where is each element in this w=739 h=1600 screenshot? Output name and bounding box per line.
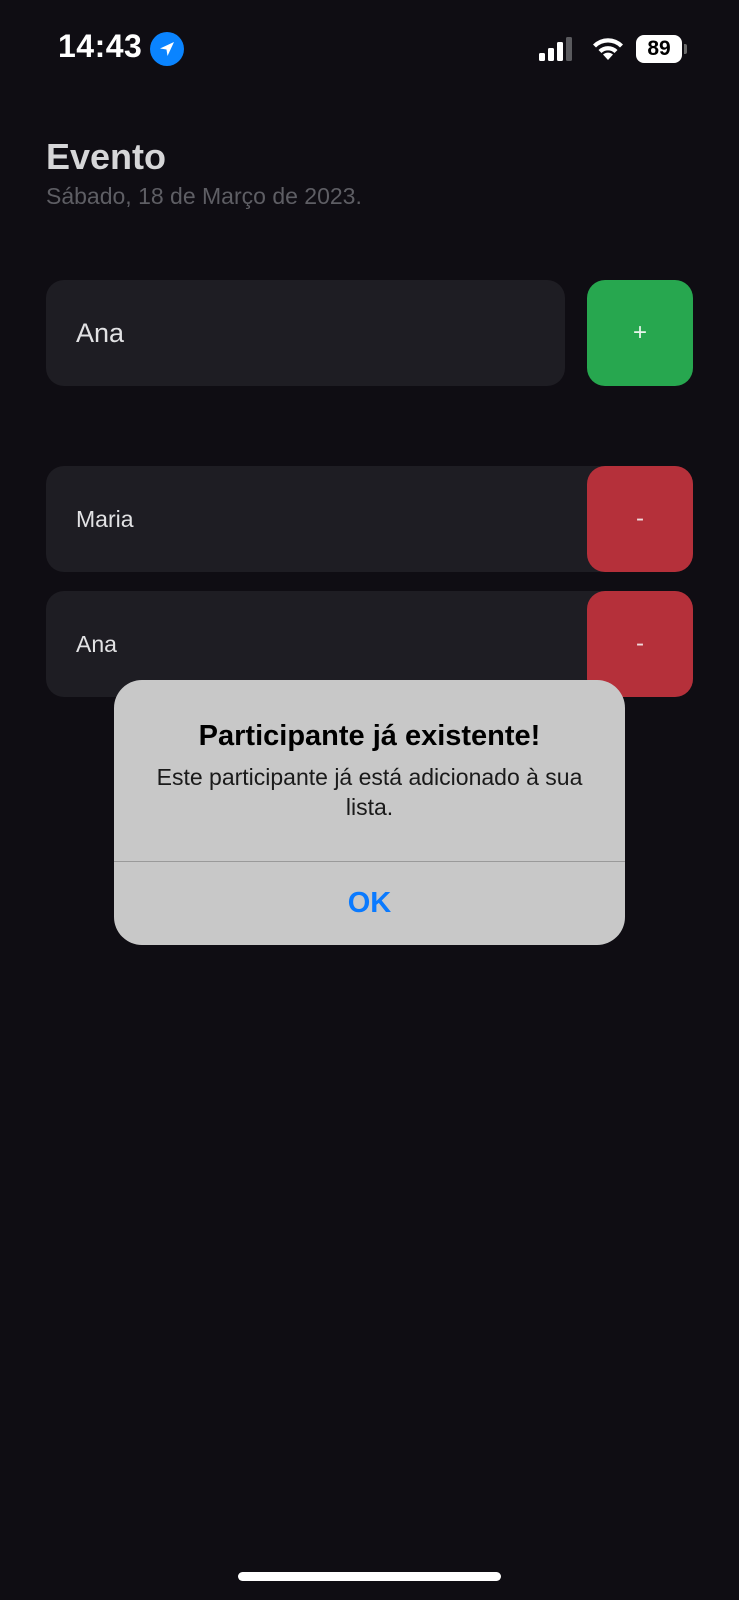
location-arrow-icon — [150, 32, 184, 66]
home-indicator[interactable] — [238, 1572, 501, 1581]
add-participant-button[interactable]: + — [587, 280, 693, 386]
alert-ok-button[interactable]: OK — [114, 862, 625, 945]
event-date: Sábado, 18 de Março de 2023. — [46, 183, 362, 209]
participant-name-input[interactable] — [46, 280, 565, 386]
alert-message: Este participante já está adicionado à s… — [156, 764, 583, 820]
battery-tip — [684, 44, 687, 54]
status-bar: 14:43 89 — [0, 0, 739, 100]
alert-title: Participante já existente! — [198, 720, 541, 752]
participant-name: Maria — [76, 506, 134, 532]
participant-row: Maria - — [46, 466, 693, 572]
battery-level: 89 — [636, 35, 682, 63]
alert-dialog: Participante já existente! Este particip… — [114, 680, 625, 945]
participant-name: Ana — [76, 631, 117, 657]
page-title: Evento — [46, 136, 167, 177]
status-time: 14:43 — [58, 28, 143, 64]
wifi-icon — [590, 36, 626, 62]
cellular-signal-icon — [538, 36, 578, 62]
battery-icon: 89 — [636, 35, 688, 63]
remove-participant-button[interactable]: - — [587, 466, 693, 572]
